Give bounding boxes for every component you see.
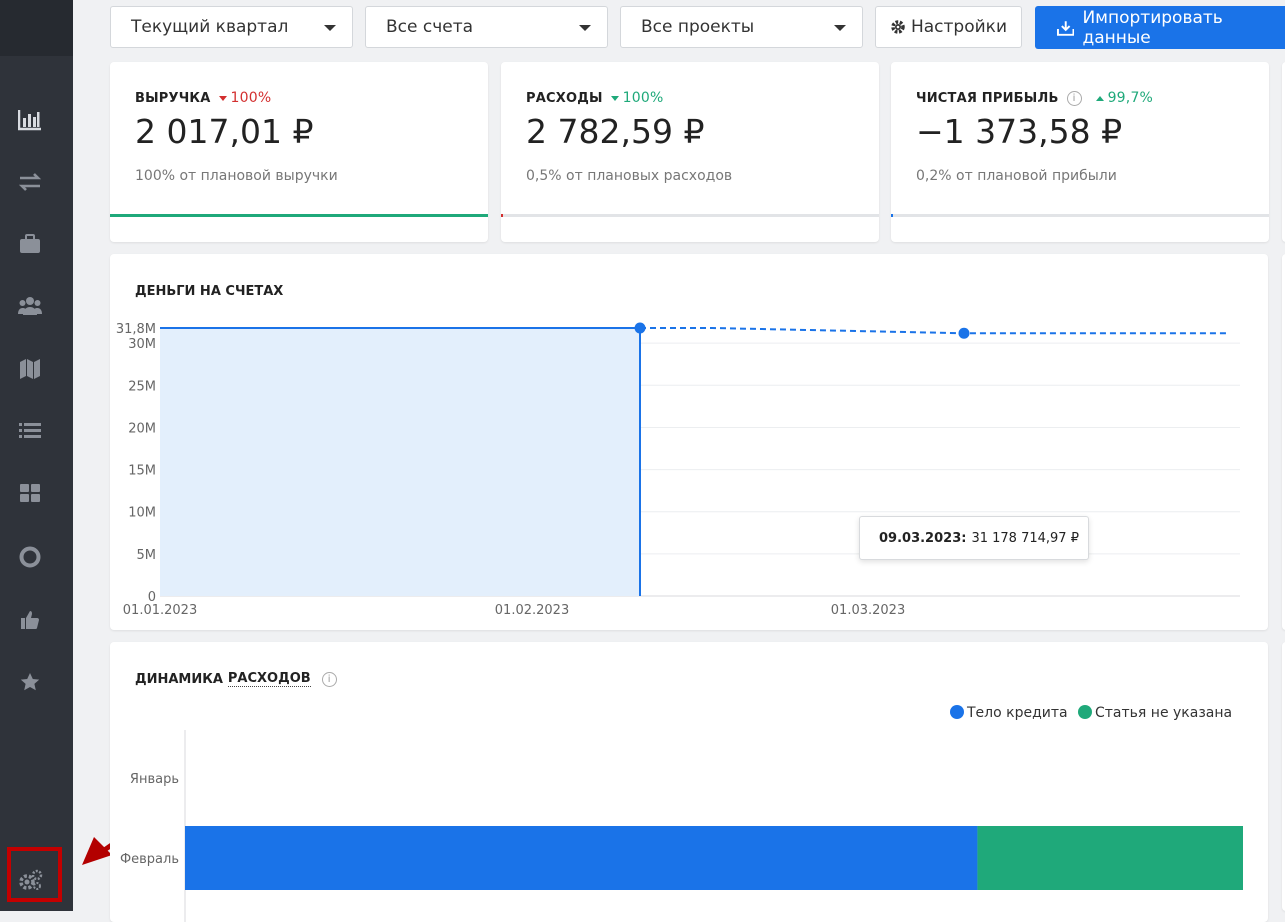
balance-area: [160, 328, 640, 596]
y-tick-label: 25M: [128, 379, 156, 394]
expenses-card: РАСХОДЫ 100% 2 782,59 ₽ 0,5% от плановых…: [501, 62, 879, 242]
map-icon[interactable]: [16, 355, 44, 383]
revenue-subtext: 100% от плановой выручки: [135, 168, 338, 184]
download-icon: [1057, 20, 1075, 36]
lifebuoy-icon[interactable]: [16, 543, 44, 571]
revenue-delta: 100%: [218, 90, 272, 106]
expense-bar: [977, 826, 1243, 890]
net-profit-progress-fill: [891, 214, 893, 217]
y-tick-label: 10M: [128, 506, 156, 521]
highlight-point: [958, 327, 970, 339]
thumbs-up-icon[interactable]: [16, 606, 44, 634]
expenses-value: 2 782,59 ₽: [526, 112, 705, 151]
net-profit-card: ЧИСТАЯ ПРИБЫЛЬ i 99,7% −1 373,58 ₽ 0,2% …: [891, 62, 1269, 242]
expense-chart: Тело кредита Статья не указана Январь Февра…: [120, 705, 1243, 922]
expense-dynamics-card: ДИНАМИКА РАСХОДОВ i Тело кредита Статья н…: [110, 642, 1268, 922]
balance-forecast-line: [640, 327, 1228, 335]
gear-icon: [891, 20, 905, 34]
sidebar: [0, 0, 73, 911]
chart-icon[interactable]: [16, 106, 44, 134]
expenses-progress: [501, 214, 879, 217]
import-data-button-label: Импортировать данные: [1082, 7, 1223, 48]
revenue-delta-value: 100%: [230, 90, 272, 106]
legend-marker: [1078, 705, 1092, 719]
projects-select[interactable]: Все проекты: [620, 6, 863, 48]
users-icon[interactable]: [16, 292, 44, 320]
expenses-delta-value: 100%: [622, 90, 664, 106]
list-icon[interactable]: [16, 417, 44, 445]
sidebar-top: [0, 0, 73, 56]
chevron-down-icon: [324, 25, 336, 31]
tooltip-value: 31 178 714,97 ₽: [971, 530, 1079, 546]
chevron-down-icon: [579, 25, 591, 31]
arrow-down-icon: [610, 95, 619, 101]
y-tick-label: 5M: [137, 548, 157, 563]
revenue-value: 2 017,01 ₽: [135, 112, 314, 151]
settings-button[interactable]: Настройки: [875, 6, 1022, 48]
balance-chart: 05M10M15M20M25M30M31,8M01.01.2023 01.02.2…: [116, 322, 1240, 618]
arrow-down-icon: [218, 95, 227, 101]
net-profit-value: −1 373,58 ₽: [916, 112, 1123, 151]
net-profit-delta: 99,7%: [1095, 90, 1154, 106]
y-tick-label: 30M: [128, 337, 156, 352]
transfer-icon[interactable]: [16, 168, 44, 196]
net-profit-subtext: 0,2% от плановой прибыли: [916, 168, 1117, 184]
balance-chart-card: ДЕНЬГИ НА СЧЕТАХ 0 5M 10M 15M 20M 25M 30M 31,8M…: [110, 254, 1268, 630]
info-icon[interactable]: i: [1066, 90, 1082, 106]
import-data-button[interactable]: Импортировать данные: [1035, 6, 1285, 49]
chevron-down-icon: [834, 25, 846, 31]
briefcase-icon[interactable]: [16, 230, 44, 258]
y-tick-label: 15M: [128, 464, 156, 479]
dashboard-icon[interactable]: [16, 479, 44, 507]
gears-icon[interactable]: [17, 866, 45, 894]
expenses-progress-fill: [501, 214, 503, 217]
category-label: Январь: [130, 772, 179, 787]
net-profit-progress: [891, 214, 1269, 217]
revenue-progress: [110, 214, 488, 217]
x-tick-label: 01.02.2023: [495, 603, 569, 618]
accounts-select[interactable]: Все счета: [365, 6, 608, 48]
net-profit-label-row: ЧИСТАЯ ПРИБЫЛЬ i 99,7%: [916, 90, 1153, 106]
projects-select-value: Все проекты: [641, 17, 755, 37]
accounts-select-value: Все счета: [386, 17, 474, 37]
net-profit-delta-value: 99,7%: [1107, 90, 1154, 106]
legend-marker: [950, 705, 964, 719]
balance-tooltip: 09.03.2023: 31 178 714,97 ₽: [859, 516, 1089, 560]
expenses-label-row: РАСХОДЫ 100%: [526, 90, 663, 106]
expense-bar: [185, 826, 978, 890]
x-tick-label: 01.01.2023: [123, 603, 197, 618]
period-select[interactable]: Текущий квартал: [110, 6, 353, 48]
net-profit-label: ЧИСТАЯ ПРИБЫЛЬ: [916, 90, 1059, 106]
y-tick-label: 31,8M: [116, 322, 156, 337]
arrow-up-icon: [1095, 95, 1104, 101]
category-label: Февраль: [120, 852, 179, 867]
y-tick-label: 20M: [128, 421, 156, 436]
expenses-label: РАСХОДЫ: [526, 90, 603, 106]
legend-label: Статья не указана: [1095, 705, 1232, 721]
settings-button-label: Настройки: [910, 17, 1007, 37]
expenses-subtext: 0,5% от плановых расходов: [526, 168, 733, 184]
x-tick-label: 01.03.2023: [831, 603, 905, 618]
revenue-card: ВЫРУЧКА 100% 2 017,01 ₽ 100% от плановой…: [110, 62, 488, 242]
revenue-label: ВЫРУЧКА: [135, 90, 211, 106]
star-icon[interactable]: [16, 668, 44, 696]
legend-label: Тело кредита: [966, 705, 1068, 721]
revenue-progress-fill: [110, 214, 488, 217]
expenses-delta: 100%: [610, 90, 664, 106]
tooltip-date: 09.03.2023:: [879, 530, 967, 546]
revenue-label-row: ВЫРУЧКА 100%: [135, 90, 271, 106]
period-select-value: Текущий квартал: [131, 17, 289, 37]
